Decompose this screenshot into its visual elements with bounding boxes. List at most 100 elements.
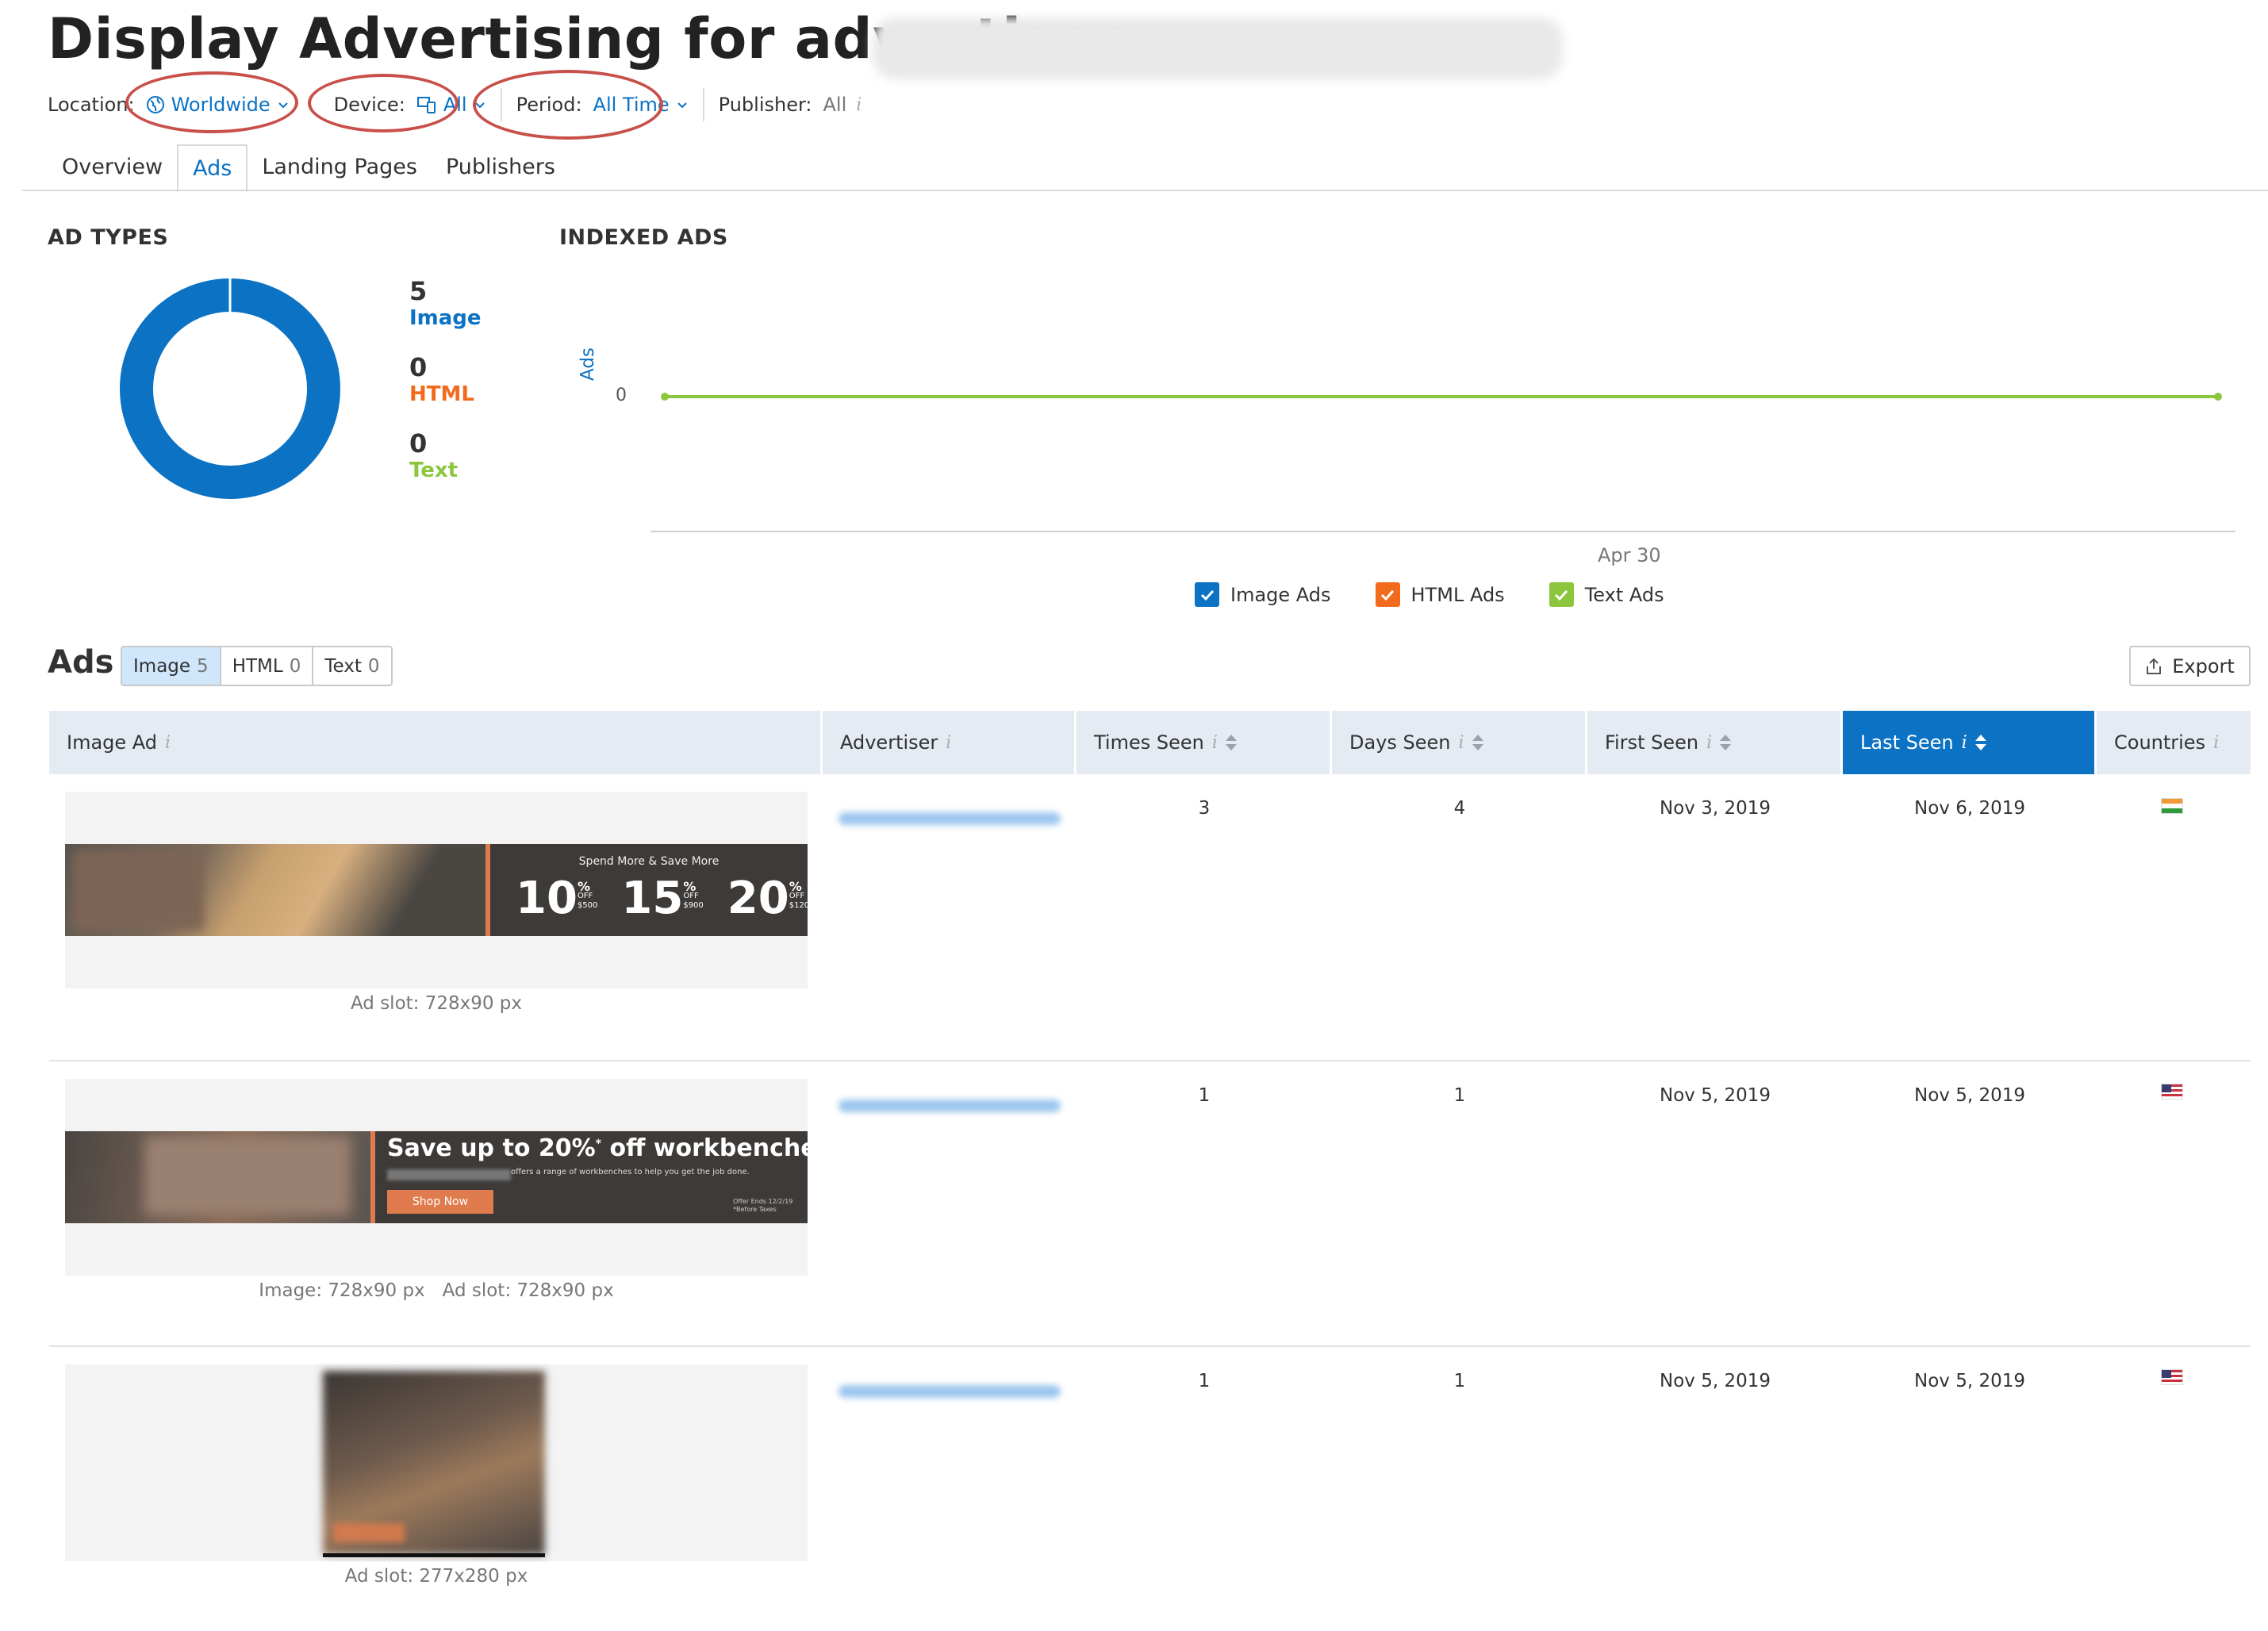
legend-image-ads[interactable]: Image Ads: [1195, 582, 1331, 607]
ad-preview[interactable]: [65, 1364, 808, 1561]
banner-subtext: offers a range of workbenches to help yo…: [511, 1168, 750, 1176]
col-label: First Seen: [1605, 731, 1699, 754]
col-label: Last Seen: [1860, 731, 1954, 754]
sort-icon[interactable]: [1225, 735, 1237, 750]
export-icon: [2147, 658, 2162, 674]
info-icon[interactable]: i: [1212, 733, 1218, 753]
info-icon[interactable]: i: [856, 95, 862, 115]
ad-types-heading: AD TYPES: [48, 225, 169, 250]
redacted-advertiser-name: [873, 17, 1563, 79]
checkbox-icon[interactable]: [1195, 582, 1219, 607]
redacted-logo: [144, 1136, 351, 1215]
discount-detail: % OFF $900: [683, 879, 704, 911]
tab-publishers[interactable]: Publishers: [432, 143, 570, 191]
india-flag-icon: [2161, 798, 2183, 814]
image-size-label: Image: 728x90 px: [259, 1280, 425, 1301]
ad-size-labels: Image: 728x90 px Ad slot: 728x90 px: [65, 1280, 808, 1301]
x-tick-label: Apr 30: [1598, 544, 1661, 566]
checkbox-icon[interactable]: [1548, 582, 1574, 607]
legend-label: HTML Ads: [1410, 583, 1505, 606]
off-label: OFF: [789, 892, 805, 900]
last-seen: Nov 5, 2019: [1914, 1085, 2025, 1106]
discount-detail: %OFF$1200: [789, 881, 808, 911]
ad-preview[interactable]: Spend More & Save More 10% OFF $500 15% OFF…: [65, 792, 808, 988]
threshold-label: $1200: [789, 901, 808, 910]
discount-tier: 15% OFF $900: [621, 874, 703, 923]
col-label: Times Seen: [1094, 731, 1204, 754]
discount-detail: % OFF $500: [577, 879, 598, 911]
filter-label: Image: [133, 655, 191, 677]
info-icon[interactable]: i: [2213, 733, 2219, 753]
y-axis-label: Ads: [578, 347, 598, 381]
banner-fine-print: Offer Ends 12/2/19 *Before Taxes: [733, 1198, 792, 1214]
tab-landing-pages[interactable]: Landing Pages: [248, 143, 432, 191]
legend-text-ads[interactable]: Text Ads: [1548, 582, 1664, 607]
chevron-down-icon: [677, 102, 687, 109]
data-point: [2214, 393, 2222, 401]
fine-print-line: Offer Ends 12/2/19: [733, 1198, 793, 1205]
donut-slice-image: [120, 278, 340, 499]
sort-icon[interactable]: [1974, 735, 1986, 750]
tab-ads[interactable]: Ads: [177, 144, 248, 193]
location-label: Location:: [48, 94, 135, 116]
discount-tier: 20%OFF$1200: [727, 874, 808, 923]
filter-count: 5: [197, 655, 209, 677]
tab-overview[interactable]: Overview: [48, 143, 177, 191]
info-icon[interactable]: i: [1962, 733, 1967, 753]
info-icon[interactable]: i: [946, 733, 951, 753]
filter-image-button[interactable]: Image 5: [122, 647, 221, 685]
advertiser-link[interactable]: [839, 1099, 1061, 1112]
ad-banner: Spend More & Save More 10% OFF $500 15% OFF…: [65, 844, 808, 936]
checkbox-icon[interactable]: [1375, 582, 1400, 607]
sort-icon[interactable]: [1720, 735, 1732, 750]
ad-slot-label: Ad slot: 728x90 px: [350, 993, 523, 1014]
ad-preview[interactable]: Save up to 20%* off workbenches! offers …: [65, 1079, 808, 1276]
redacted-logo: [73, 850, 204, 930]
y-tick-label: 0: [616, 386, 627, 405]
col-advertiser[interactable]: Advertiser i: [823, 711, 1076, 774]
us-flag-icon: [2161, 1369, 2183, 1385]
ad-type-image: 5 Image: [409, 276, 482, 330]
threshold-label: $900: [683, 901, 704, 910]
info-icon[interactable]: i: [1706, 733, 1712, 753]
sort-icon[interactable]: [1472, 735, 1483, 750]
info-icon[interactable]: i: [165, 733, 171, 753]
ad-type-html: 0 HTML: [409, 352, 474, 406]
advertiser-link[interactable]: [839, 1385, 1061, 1398]
indexed-ads-chart: [650, 393, 2235, 532]
us-flag-icon: [2161, 1084, 2183, 1099]
filter-text-button[interactable]: Text 0: [313, 647, 390, 685]
redacted-brand: [387, 1169, 511, 1180]
col-days-seen[interactable]: Days Seen i: [1332, 711, 1587, 774]
banner-headline-part: Save up to 20%: [387, 1134, 596, 1162]
indexed-ads-heading: INDEXED ADS: [559, 225, 728, 250]
ad-slot-label: Ad slot: 277x280 px: [344, 1566, 528, 1587]
filter-separator: [702, 88, 704, 121]
last-seen: Nov 5, 2019: [1914, 1371, 2025, 1391]
col-first-seen[interactable]: First Seen i: [1587, 711, 1843, 774]
banner-divider: [370, 1131, 375, 1223]
discount-tier: 10% OFF $500: [516, 874, 597, 923]
banner-headline-part: off workbenches!: [609, 1134, 808, 1162]
table-row: Spend More & Save More 10% OFF $500 15% OFF…: [49, 774, 2251, 1061]
col-label: Image Ad: [67, 731, 158, 754]
banner-tagline: Spend More & Save More: [578, 855, 720, 868]
info-icon[interactable]: i: [1459, 733, 1464, 753]
advertiser-link[interactable]: [839, 812, 1061, 825]
col-label: Countries: [2114, 731, 2206, 754]
data-point: [661, 393, 669, 401]
filter-html-button[interactable]: HTML 0: [221, 647, 314, 685]
export-button[interactable]: Export: [2129, 646, 2251, 686]
discount-value: 20: [727, 873, 789, 924]
legend-html-ads[interactable]: HTML Ads: [1375, 582, 1505, 607]
off-label: OFF: [577, 892, 593, 900]
col-image-ad[interactable]: Image Ad i: [49, 711, 823, 774]
highlight-period: [473, 70, 663, 140]
col-last-seen[interactable]: Last Seen i: [1843, 711, 2097, 774]
col-countries[interactable]: Countries i: [2097, 711, 2251, 774]
col-times-seen[interactable]: Times Seen i: [1076, 711, 1332, 774]
footnote-mark: *: [595, 1138, 602, 1150]
discount-value: 15: [621, 873, 684, 924]
filter-count: 0: [367, 655, 380, 677]
ad-banner: Save up to 20%* off workbenches! offers …: [65, 1131, 808, 1223]
